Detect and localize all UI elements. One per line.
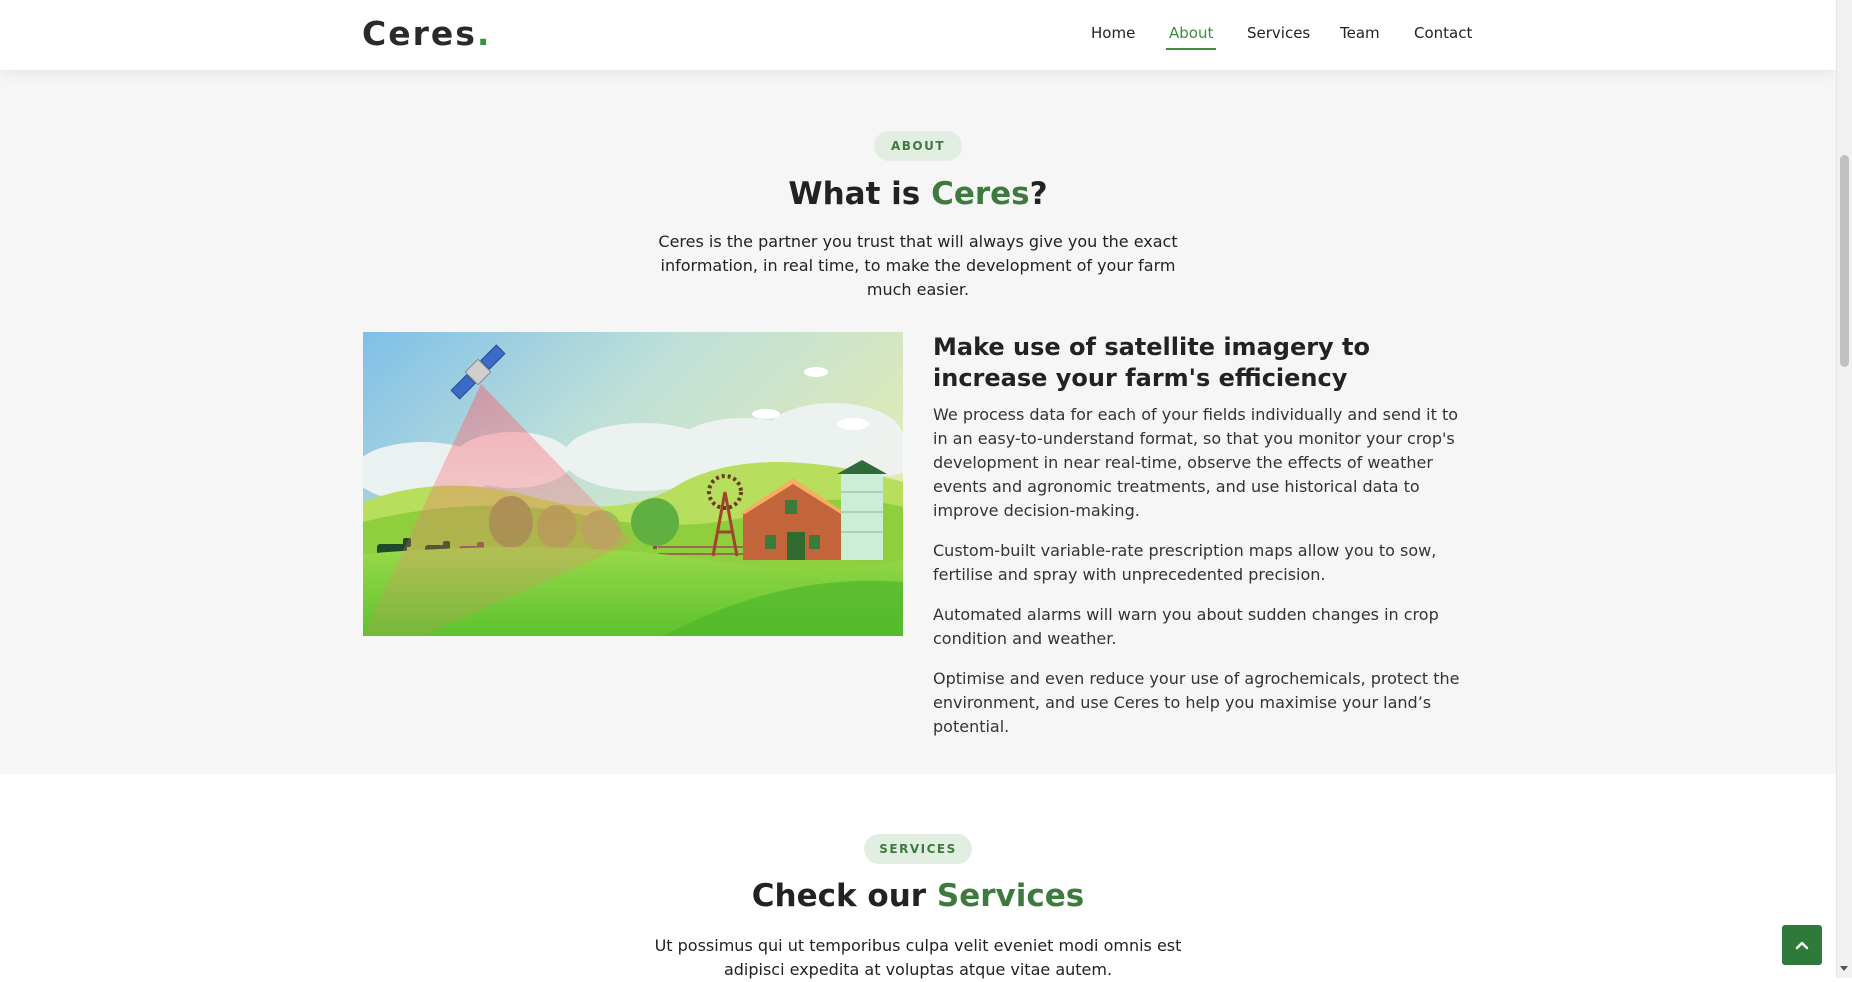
about-paragraph-1: We process data for each of your fields …	[933, 405, 1459, 520]
scrollbar-thumb[interactable]	[1840, 155, 1849, 367]
services-section: SERVICES Check our Services Ut possimus …	[0, 774, 1836, 979]
about-paragraph-3: Automated alarms will warn you about sud…	[933, 605, 1439, 648]
about-paragraph-4: Optimise and even reduce your use of agr…	[933, 669, 1460, 736]
about-section: ABOUT What is Ceres? Ceres is the partne…	[0, 70, 1836, 774]
scroll-down-arrow-icon[interactable]	[1840, 966, 1848, 971]
services-lead: Ut possimus qui ut temporibus culpa veli…	[654, 936, 1182, 979]
about-heading: Make use of satellite imagery to increas…	[933, 333, 1371, 392]
about-lead: Ceres is the partner you trust that will…	[658, 232, 1178, 299]
site-header: Ceres. Home About Services Team Contact	[0, 0, 1836, 70]
nav-home[interactable]: Home	[1091, 24, 1135, 42]
about-title-accent: Ceres	[931, 176, 1030, 212]
nav-contact[interactable]: Contact	[1414, 24, 1472, 42]
services-title: Check our Services	[0, 878, 1836, 914]
back-to-top-button[interactable]	[1782, 925, 1822, 965]
about-title-prefix: What is	[788, 176, 932, 212]
about-title-suffix: ?	[1029, 176, 1048, 212]
about-tag: ABOUT	[874, 131, 962, 161]
services-title-accent: Services	[936, 878, 1085, 914]
services-tag: SERVICES	[864, 834, 972, 864]
chevron-up-icon	[1795, 941, 1809, 950]
nav-about[interactable]: About	[1165, 24, 1217, 50]
satellite-farm-illustration	[363, 332, 903, 636]
services-title-prefix: Check our	[751, 878, 937, 914]
nav-services[interactable]: Services	[1247, 24, 1310, 42]
about-content: Make use of satellite imagery to increas…	[933, 332, 1473, 755]
main-nav: Home About Services Team Contact	[0, 24, 1836, 54]
about-title: What is Ceres?	[0, 176, 1836, 212]
nav-team[interactable]: Team	[1340, 24, 1380, 42]
about-paragraph-2: Custom-built variable-rate prescription …	[933, 541, 1437, 584]
page-scrollbar[interactable]	[1836, 0, 1852, 978]
